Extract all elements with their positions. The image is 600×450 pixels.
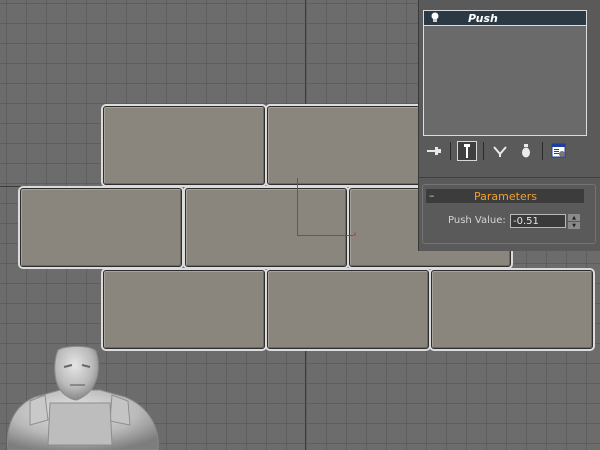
push-value-spinner[interactable]: ▲ ▼: [568, 214, 580, 229]
spinner-down-icon[interactable]: ▼: [568, 222, 580, 229]
toolbar-separator: [483, 142, 484, 160]
pin-stack-icon[interactable]: [424, 141, 444, 161]
parameters-rollout-header[interactable]: – Parameters: [426, 189, 584, 203]
modifier-stack-item-push[interactable]: Push: [424, 11, 586, 26]
pivot-gizmo-y-axis: [297, 178, 298, 236]
modifier-stack-list[interactable]: Push: [423, 10, 587, 136]
configure-modifier-sets-icon[interactable]: [549, 141, 569, 161]
brick[interactable]: [103, 106, 265, 185]
push-value-label: Push Value:: [448, 215, 506, 226]
character-bust-model[interactable]: [0, 345, 170, 450]
toolbar-separator: [450, 142, 451, 160]
spinner-up-icon[interactable]: ▲: [568, 214, 580, 221]
toolbar-separator: [542, 142, 543, 160]
modifier-stack-toolbar: [424, 138, 590, 164]
brick[interactable]: [431, 270, 593, 349]
make-unique-icon[interactable]: [490, 141, 510, 161]
push-value-field[interactable]: [510, 214, 566, 228]
pivot-gizmo-x-axis: [297, 235, 353, 236]
show-end-result-icon[interactable]: [457, 141, 477, 161]
brick[interactable]: [20, 188, 182, 267]
gizmo-x-label: x: [353, 231, 357, 238]
brick[interactable]: [267, 106, 429, 185]
remove-modifier-icon[interactable]: [516, 141, 536, 161]
collapse-icon[interactable]: –: [429, 190, 439, 201]
modifier-stack-item-label: Push: [468, 11, 498, 25]
brick[interactable]: [185, 188, 347, 267]
lightbulb-icon[interactable]: [428, 12, 442, 24]
rollout-title: Parameters: [474, 189, 537, 203]
brick[interactable]: [103, 270, 265, 349]
brick[interactable]: [267, 270, 429, 349]
